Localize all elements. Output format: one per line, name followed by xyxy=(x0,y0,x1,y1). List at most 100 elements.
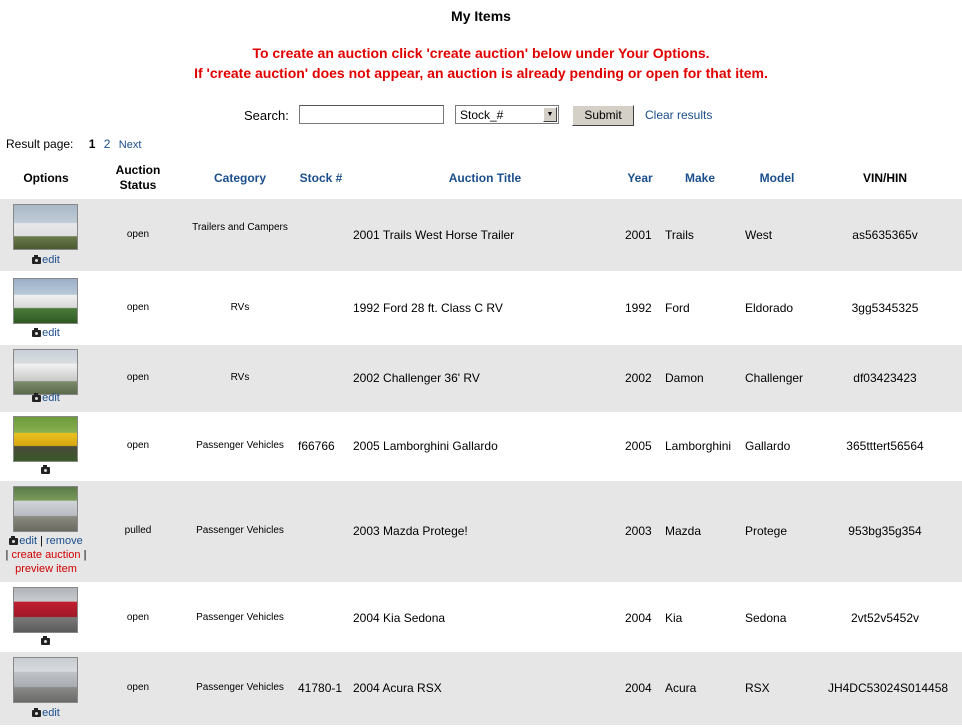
notice-line-2: If 'create auction' does not appear, an … xyxy=(194,65,768,81)
instructions-notice: To create an auction click 'create aucti… xyxy=(0,43,962,83)
submit-button[interactable]: Submit xyxy=(572,105,634,126)
status-cell: open xyxy=(126,302,150,313)
options-cell xyxy=(0,634,92,648)
table-row: edit open Passenger Vehicles 41780-1 200… xyxy=(0,652,962,725)
item-thumbnail[interactable] xyxy=(13,204,78,250)
model-cell: Sedona xyxy=(745,611,787,625)
options-cell: edit xyxy=(0,391,92,405)
table-header: Options Auction Status Category Stock # … xyxy=(0,162,962,198)
col-auction-status: Auction Status xyxy=(115,163,161,192)
col-year-sort[interactable]: Year xyxy=(620,171,660,185)
camera-icon[interactable] xyxy=(41,635,50,645)
col-options: Options xyxy=(23,171,69,185)
item-thumbnail[interactable] xyxy=(13,486,78,532)
pager-page-2-link[interactable]: 2 xyxy=(104,137,111,151)
table-row: edit open Trailers and Campers 2001 Trai… xyxy=(0,199,962,271)
item-thumbnail[interactable] xyxy=(13,278,78,324)
status-cell: open xyxy=(126,612,150,623)
search-field-select[interactable]: Stock_# ▼ xyxy=(455,105,559,124)
year-cell: 2005 xyxy=(625,439,652,453)
remove-link[interactable]: remove xyxy=(46,535,83,547)
camera-icon[interactable] xyxy=(32,707,42,717)
status-cell: pulled xyxy=(124,525,152,536)
options-line-2: | create auction | xyxy=(5,549,87,561)
search-field-value: Stock_# xyxy=(460,108,504,122)
camera-icon[interactable] xyxy=(32,254,42,264)
auction-title-cell: 1992 Ford 28 ft. Class C RV xyxy=(353,301,503,315)
edit-link[interactable]: edit xyxy=(19,535,37,547)
item-thumbnail[interactable] xyxy=(13,416,78,462)
auction-title-cell: 2005 Lamborghini Gallardo xyxy=(353,439,498,453)
col-auction-title-sort[interactable]: Auction Title xyxy=(420,171,550,185)
make-cell: Acura xyxy=(665,681,697,695)
pager-current-page: 1 xyxy=(88,137,96,151)
year-cell: 1992 xyxy=(625,301,652,315)
auction-title-cell: 2004 Kia Sedona xyxy=(353,611,446,625)
vin-cell: JH4DC53024S014458 xyxy=(827,681,949,695)
col-vin: VIN/HIN xyxy=(862,171,907,185)
year-cell: 2001 xyxy=(625,228,652,242)
col-model-sort[interactable]: Model xyxy=(748,171,806,185)
year-cell: 2003 xyxy=(625,524,652,538)
auction-title-cell: 2003 Mazda Protege! xyxy=(353,524,468,538)
create-auction-link[interactable]: create auction xyxy=(11,549,80,561)
options-cell: edit xyxy=(0,706,92,720)
dropdown-arrow-icon[interactable]: ▼ xyxy=(543,107,557,122)
pager-label: Result page: xyxy=(6,137,74,151)
model-cell: Gallardo xyxy=(745,439,791,453)
col-stock-sort[interactable]: Stock # xyxy=(292,171,350,185)
vin-cell: df03423423 xyxy=(853,371,917,385)
table-row: open Passenger Vehicles f66766 2005 Lamb… xyxy=(0,412,962,481)
edit-link[interactable]: edit xyxy=(42,254,60,266)
options-cell: edit xyxy=(0,326,92,340)
table-row: edit | remove | create auction | preview… xyxy=(0,481,962,582)
camera-icon[interactable] xyxy=(32,327,42,337)
camera-icon[interactable] xyxy=(9,535,19,545)
search-input[interactable] xyxy=(299,105,444,124)
preview-item-link[interactable]: preview item xyxy=(15,563,77,575)
options-cell: edit | remove | create auction | preview… xyxy=(0,534,92,576)
notice-line-1: To create an auction click 'create aucti… xyxy=(252,45,710,61)
model-cell: Challenger xyxy=(745,371,804,385)
category-cell: Trailers and Campers xyxy=(192,222,288,233)
make-cell: Lamborghini xyxy=(665,439,732,453)
item-thumbnail[interactable] xyxy=(13,587,78,633)
camera-icon[interactable] xyxy=(32,392,42,402)
edit-link[interactable]: edit xyxy=(42,327,60,339)
vin-cell: 2vt52v5452v xyxy=(850,611,920,625)
category-cell: Passenger Vehicles xyxy=(196,525,284,536)
category-cell: Passenger Vehicles xyxy=(196,440,284,451)
category-cell: Passenger Vehicles xyxy=(196,682,284,693)
options-cell: edit xyxy=(0,253,92,267)
category-cell: RVs xyxy=(230,302,250,313)
status-cell: open xyxy=(126,229,150,240)
model-cell: West xyxy=(745,228,773,242)
table-row: edit open RVs 1992 Ford 28 ft. Class C R… xyxy=(0,271,962,345)
clear-results-link[interactable]: Clear results xyxy=(645,108,712,122)
options-cell xyxy=(0,463,92,477)
make-cell: Mazda xyxy=(665,524,702,538)
item-thumbnail[interactable] xyxy=(13,349,78,395)
stock-cell: f66766 xyxy=(298,439,335,453)
pager-next-link[interactable]: Next xyxy=(119,139,142,151)
vin-cell: 953bg35g354 xyxy=(848,524,922,538)
status-cell: open xyxy=(126,440,150,451)
table-row: open Passenger Vehicles 2004 Kia Sedona … xyxy=(0,582,962,652)
vin-cell: 3gg5345325 xyxy=(851,301,919,315)
vin-cell: as5635365v xyxy=(852,228,918,242)
col-make-sort[interactable]: Make xyxy=(676,171,724,185)
make-cell: Damon xyxy=(665,371,704,385)
edit-link[interactable]: edit xyxy=(42,707,60,719)
col-category-sort[interactable]: Category xyxy=(190,171,290,185)
status-cell: open xyxy=(126,682,150,693)
auction-title-cell: 2001 Trails West Horse Trailer xyxy=(353,228,515,242)
make-cell: Kia xyxy=(665,611,683,625)
auction-title-cell: 2004 Acura RSX xyxy=(353,681,442,695)
camera-icon[interactable] xyxy=(41,464,50,474)
edit-link[interactable]: edit xyxy=(42,392,60,404)
options-line-3: preview item xyxy=(0,562,92,576)
category-cell: Passenger Vehicles xyxy=(196,612,284,623)
item-thumbnail[interactable] xyxy=(13,657,78,703)
make-cell: Ford xyxy=(665,301,690,315)
model-cell: Eldorado xyxy=(745,301,794,315)
